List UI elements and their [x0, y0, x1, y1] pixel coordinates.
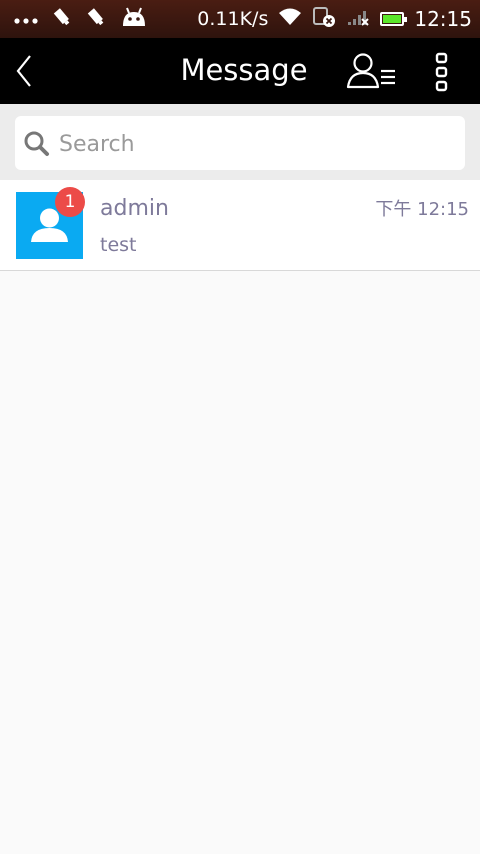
message-preview: test — [100, 234, 137, 256]
search-bar — [0, 104, 480, 180]
sim-error-icon — [312, 6, 336, 32]
title-bar: Message — [0, 38, 480, 104]
status-bar: 0.11K/s 12:15 — [0, 0, 480, 38]
usb-debug-icon — [86, 7, 106, 31]
wifi-icon — [278, 7, 302, 31]
search-input[interactable] — [57, 124, 451, 164]
contacts-button[interactable] — [346, 52, 398, 90]
usb-debug-icon — [52, 7, 72, 31]
contact-list-icon — [346, 53, 395, 89]
page-title: Message — [180, 53, 308, 87]
signal-icon — [346, 7, 370, 31]
battery-icon — [380, 12, 408, 26]
status-time: 12:15 — [414, 7, 472, 31]
network-speed: 0.11K/s — [197, 8, 269, 30]
more-vertical-icon — [435, 52, 448, 92]
status-bar-right: 0.11K/s 12:15 — [197, 6, 472, 32]
conversation-row[interactable]: 1 admin test 下午 12:15 — [0, 180, 480, 271]
battery-level — [383, 15, 401, 23]
search-icon — [23, 130, 51, 158]
search-box[interactable] — [15, 116, 465, 170]
contact-name: admin — [100, 196, 169, 221]
conversation-list: 1 admin test 下午 12:15 — [0, 180, 480, 271]
more-dots-icon — [14, 10, 38, 29]
status-bar-left — [14, 6, 148, 32]
more-options-button[interactable] — [430, 52, 454, 92]
message-time: 下午 12:15 — [375, 199, 469, 220]
unread-badge: 1 — [55, 187, 85, 217]
android-icon — [120, 6, 148, 32]
